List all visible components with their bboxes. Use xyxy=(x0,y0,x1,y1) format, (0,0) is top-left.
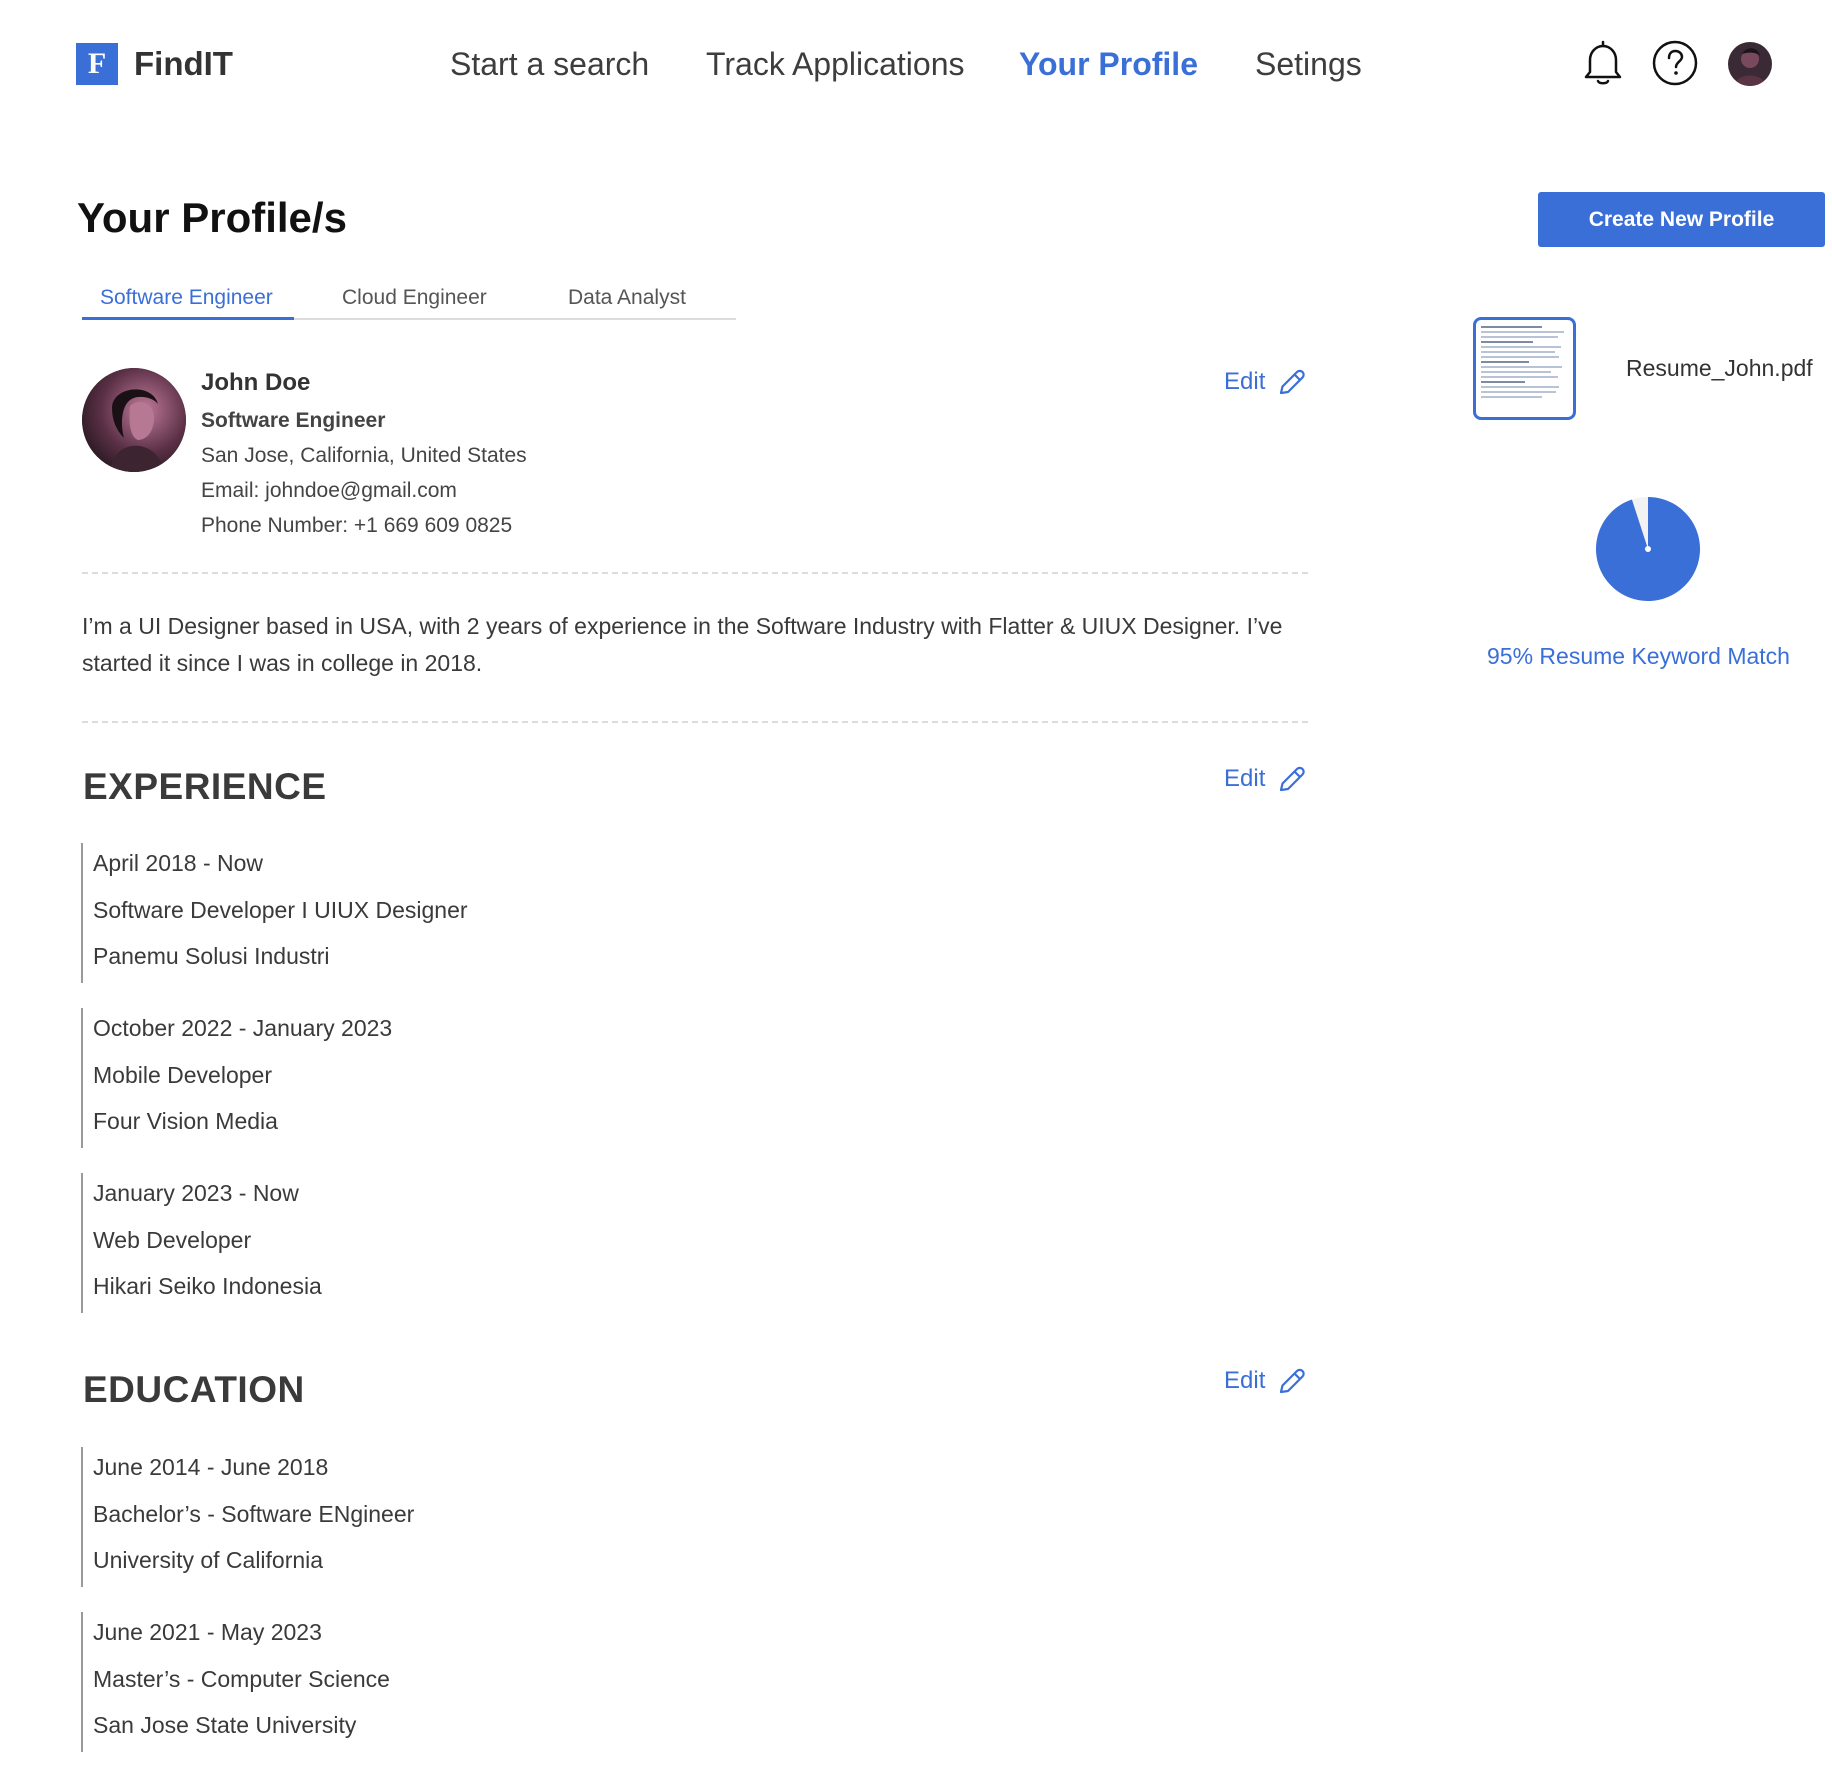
tab-software-engineer[interactable]: Software Engineer xyxy=(100,286,273,310)
education-entry: June 2014 - June 2018 Bachelor’s - Softw… xyxy=(81,1447,414,1587)
education-school: University of California xyxy=(93,1547,324,1573)
experience-role: Web Developer xyxy=(93,1226,252,1253)
keyword-match-label: 95% Resume Keyword Match xyxy=(1487,643,1790,669)
profile-tabs: Software Engineer Cloud Engineer Data An… xyxy=(82,280,736,320)
user-avatar[interactable] xyxy=(1728,42,1772,86)
nav-track-applications[interactable]: Track Applications xyxy=(706,44,964,84)
tab-cloud-engineer[interactable]: Cloud Engineer xyxy=(342,286,487,310)
experience-dates: April 2018 - Now xyxy=(93,850,264,876)
pencil-icon xyxy=(1280,766,1306,792)
profile-email: Email: johndoe@gmail.com xyxy=(201,479,457,502)
edit-label: Edit xyxy=(1224,765,1266,792)
experience-entry: January 2023 - Now Web Developer Hikari … xyxy=(81,1173,322,1313)
education-entry: June 2021 - May 2023 Master’s - Computer… xyxy=(81,1612,390,1752)
help-icon[interactable] xyxy=(1650,38,1700,88)
profile-title: Software Engineer xyxy=(201,409,386,432)
pencil-icon xyxy=(1280,1368,1306,1394)
education-degree: Master’s - Computer Science xyxy=(93,1665,390,1692)
edit-education-button[interactable]: Edit xyxy=(1224,1366,1307,1396)
education-degree: Bachelor’s - Software ENgineer xyxy=(93,1500,415,1527)
edit-experience-button[interactable]: Edit xyxy=(1224,764,1307,794)
experience-company: Four Vision Media xyxy=(93,1108,278,1134)
education-school: San Jose State University xyxy=(93,1712,357,1738)
nav-start-search[interactable]: Start a search xyxy=(450,44,649,84)
resume-filename[interactable]: Resume_John.pdf xyxy=(1626,355,1813,382)
edit-label: Edit xyxy=(1224,368,1266,395)
nav-settings[interactable]: Setings xyxy=(1255,44,1362,84)
experience-heading: EXPERIENCE xyxy=(83,766,327,807)
experience-entry: April 2018 - Now Software Developer I UI… xyxy=(81,843,468,983)
edit-label: Edit xyxy=(1224,1367,1266,1394)
divider xyxy=(82,572,1308,574)
profile-location: San Jose, California, United States xyxy=(201,444,527,467)
experience-dates: October 2022 - January 2023 xyxy=(93,1015,393,1041)
experience-role: Mobile Developer xyxy=(93,1061,272,1088)
education-dates: June 2014 - June 2018 xyxy=(93,1454,329,1480)
profile-phone: Phone Number: +1 669 609 0825 xyxy=(201,514,513,537)
education-heading: EDUCATION xyxy=(83,1369,305,1410)
experience-entry: October 2022 - January 2023 Mobile Devel… xyxy=(81,1008,392,1148)
resume-thumbnail[interactable] xyxy=(1473,317,1576,420)
experience-dates: January 2023 - Now xyxy=(93,1180,299,1206)
bell-icon[interactable] xyxy=(1578,38,1628,88)
pie-center-dot xyxy=(1645,546,1651,552)
pencil-icon xyxy=(1280,369,1306,395)
create-new-profile-button[interactable]: Create New Profile xyxy=(1538,192,1825,247)
brand-name[interactable]: FindIT xyxy=(134,42,233,86)
experience-company: Panemu Solusi Industri xyxy=(93,943,330,969)
nav-your-profile[interactable]: Your Profile xyxy=(1019,44,1198,84)
page-title: Your Profile/s xyxy=(77,194,347,241)
experience-company: Hikari Seiko Indonesia xyxy=(93,1273,322,1299)
edit-profile-button[interactable]: Edit xyxy=(1224,367,1307,397)
education-dates: June 2021 - May 2023 xyxy=(93,1619,322,1645)
profile-name: John Doe xyxy=(201,369,311,396)
active-tab-indicator xyxy=(82,317,294,320)
tab-data-analyst[interactable]: Data Analyst xyxy=(568,286,686,310)
profile-bio: I’m a UI Designer based in USA, with 2 y… xyxy=(82,613,1283,676)
profile-photo xyxy=(82,368,186,472)
divider xyxy=(82,721,1308,723)
brand-logo[interactable]: F xyxy=(76,43,118,85)
experience-role: Software Developer I UIUX Designer xyxy=(93,896,468,923)
keyword-match-pie xyxy=(1596,497,1700,601)
